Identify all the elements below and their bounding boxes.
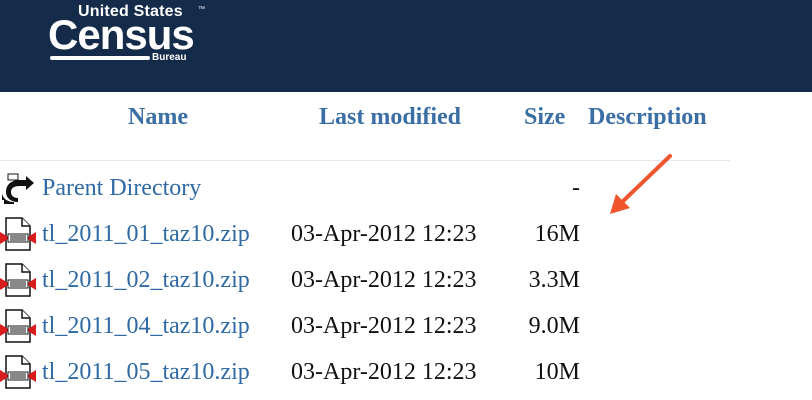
table-row: Parent Directory - — [0, 166, 812, 210]
column-header-size[interactable]: Size — [524, 102, 565, 132]
file-size: 3.3M — [528, 267, 580, 293]
column-header-name[interactable]: Name — [128, 102, 188, 132]
file-modified: 03-Apr-2012 12:23 — [291, 267, 477, 293]
table-row: tl_2011_02_taz10.zip 03-Apr-2012 12:23 3… — [0, 258, 812, 302]
compressed-file-icon[interactable] — [0, 262, 36, 298]
compressed-file-icon[interactable] — [0, 308, 36, 344]
file-size: 10M — [534, 359, 580, 385]
logo-underline — [50, 56, 150, 60]
table-row: tl_2011_04_taz10.zip 03-Apr-2012 12:23 9… — [0, 304, 812, 348]
column-header-last-modified[interactable]: Last modified — [319, 102, 461, 132]
file-size: - — [572, 175, 580, 201]
directory-listing: Name Last modified Size Description Pare… — [0, 92, 812, 400]
logo-main-text: Census — [48, 11, 195, 58]
file-link[interactable]: tl_2011_04_taz10.zip — [42, 304, 250, 348]
census-bureau-logo[interactable]: United States ™ Census Bureau — [48, 4, 208, 64]
file-link[interactable]: tl_2011_01_taz10.zip — [42, 212, 250, 256]
file-modified: 03-Apr-2012 12:23 — [291, 313, 477, 339]
back-icon[interactable] — [0, 170, 36, 206]
table-row: tl_2011_01_taz10.zip 03-Apr-2012 12:23 1… — [0, 212, 812, 256]
file-link[interactable]: tl_2011_02_taz10.zip — [42, 258, 250, 302]
site-header: United States ™ Census Bureau — [0, 0, 812, 92]
table-row: tl_2011_05_taz10.zip 03-Apr-2012 12:23 1… — [0, 350, 812, 394]
file-link[interactable]: tl_2011_05_taz10.zip — [42, 350, 250, 394]
logo-sub-text: Bureau — [152, 52, 187, 63]
header-divider — [0, 160, 730, 161]
compressed-file-icon[interactable] — [0, 354, 36, 390]
file-modified: 03-Apr-2012 12:23 — [291, 221, 477, 247]
file-size: 16M — [534, 221, 580, 247]
file-link[interactable]: Parent Directory — [42, 166, 201, 210]
logo-trademark: ™ — [198, 6, 205, 13]
compressed-file-icon[interactable] — [0, 216, 36, 252]
column-header-description[interactable]: Description — [588, 102, 707, 132]
file-modified: 03-Apr-2012 12:23 — [291, 359, 477, 385]
file-size: 9.0M — [528, 313, 580, 339]
